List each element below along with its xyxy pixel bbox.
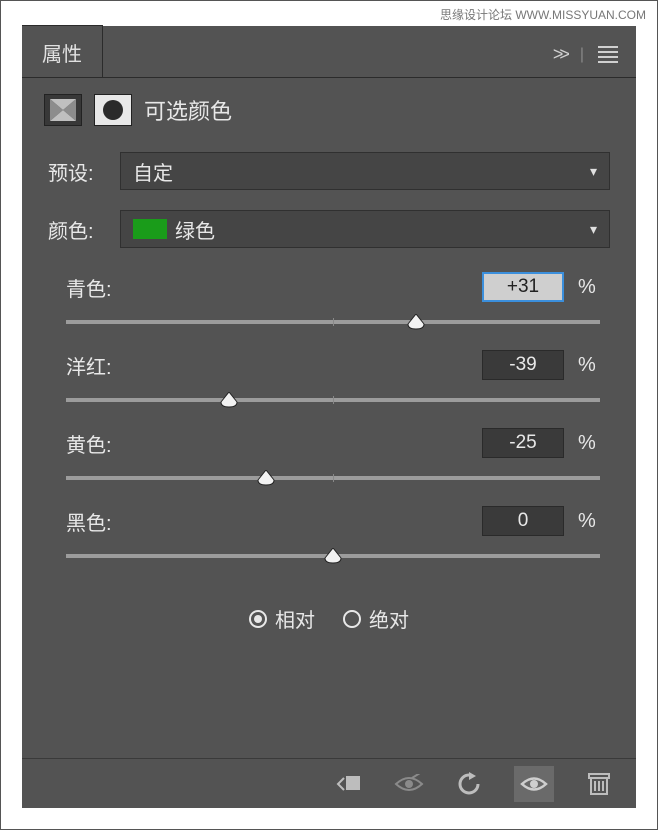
watermark-text: 思缘设计论坛 WWW.MISSYUAN.COM [440,6,646,23]
chevron-down-icon: ▾ [590,163,597,180]
radio-absolute-label: 绝对 [369,604,409,633]
properties-panel: 属性 >> | 可选颜色 预设: 自定 ▾ [22,26,636,808]
slider-track[interactable] [66,546,600,570]
slider-value-input[interactable] [482,350,564,380]
mode-radio-group: 相对 绝对 [48,604,610,633]
slider-track[interactable] [66,390,600,414]
clip-to-layer-icon[interactable] [334,769,364,799]
collapse-icon[interactable]: >> [553,44,566,65]
delete-icon[interactable] [584,769,614,799]
tab-divider: | [580,46,584,64]
slider-label: 黑色: [66,507,482,536]
percent-sign: % [578,432,600,455]
adjustment-title: 可选颜色 [144,94,232,126]
color-label: 颜色: [48,215,110,244]
preset-value: 自定 [133,157,173,186]
slider-track[interactable] [66,312,600,336]
radio-absolute[interactable]: 绝对 [343,604,409,633]
slider-label: 青色: [66,273,482,302]
slider-thumb[interactable] [407,314,425,330]
adjustment-header: 可选颜色 [22,78,636,134]
slider-track[interactable] [66,468,600,492]
chevron-down-icon: ▾ [590,221,597,238]
preset-dropdown[interactable]: 自定 ▾ [120,152,610,190]
color-dropdown[interactable]: 绿色 ▾ [120,210,610,248]
toggle-visibility-icon[interactable] [514,766,554,802]
slider-thumb[interactable] [324,548,342,564]
percent-sign: % [578,354,600,377]
layer-mask-icon[interactable] [94,94,132,126]
slider-block: 青色: % [48,272,610,336]
tab-properties[interactable]: 属性 [22,25,103,77]
color-swatch [133,219,167,239]
panel-footer [22,758,636,808]
tab-bar: 属性 >> | [22,26,636,78]
slider-block: 黑色: % [48,506,610,570]
percent-sign: % [578,276,600,299]
slider-value-input[interactable] [482,506,564,536]
reset-icon[interactable] [454,769,484,799]
slider-value-input[interactable] [482,272,564,302]
slider-label: 黄色: [66,429,482,458]
color-value: 绿色 [175,215,215,244]
view-previous-icon[interactable] [394,769,424,799]
panel-menu-icon[interactable] [598,46,618,63]
preset-label: 预设: [48,157,110,186]
radio-relative[interactable]: 相对 [249,604,315,633]
slider-block: 洋红: % [48,350,610,414]
percent-sign: % [578,510,600,533]
slider-thumb[interactable] [257,470,275,486]
slider-block: 黄色: % [48,428,610,492]
slider-thumb[interactable] [220,392,238,408]
slider-value-input[interactable] [482,428,564,458]
selective-color-icon[interactable] [44,94,82,126]
slider-label: 洋红: [66,351,482,380]
radio-relative-label: 相对 [275,604,315,633]
